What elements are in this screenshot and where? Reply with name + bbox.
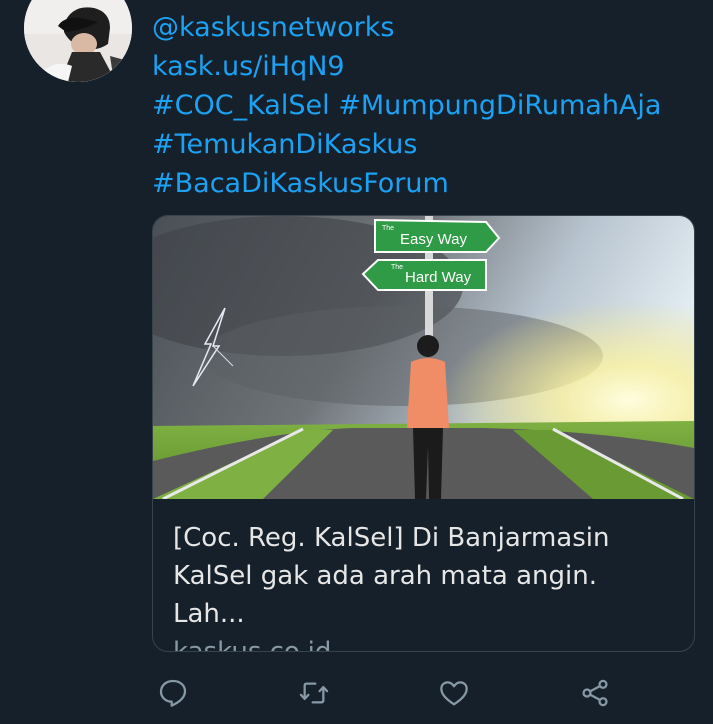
card-image: The Easy Way The Hard Way	[153, 216, 694, 499]
sign-easy-small: The	[382, 225, 394, 232]
card-title: [Coc. Reg. KalSel] Di Banjarmasin KalSel…	[173, 523, 610, 629]
card-domain: kaskus.co.id	[173, 637, 332, 652]
sign-hard-small: The	[391, 264, 403, 271]
hashtag-bacadikaskusforum[interactable]: #BacaDiKaskusForum	[152, 164, 697, 203]
share-icon	[582, 679, 608, 707]
retweet-button[interactable]	[292, 670, 336, 716]
mention-link[interactable]: @kaskusnetworks	[152, 8, 697, 47]
retweet-icon	[299, 682, 329, 704]
sign-easy-way: Easy Way	[400, 231, 467, 248]
tweet-action-bar	[0, 670, 713, 716]
short-url-link[interactable]: kask.us/iHqN9	[152, 47, 697, 86]
avatar-photo	[24, 0, 132, 82]
share-button[interactable]	[573, 670, 617, 716]
link-preview-card[interactable]: The Easy Way The Hard Way [Coc. Reg. Kal…	[152, 215, 695, 652]
sign-hard-way: Hard Way	[405, 269, 472, 286]
hashtags-line[interactable]: #COC_KalSel #MumpungDiRumahAja	[152, 86, 697, 125]
reply-button[interactable]	[151, 670, 195, 716]
reply-icon	[159, 679, 187, 707]
like-icon	[440, 681, 468, 706]
tweet-text: @kaskusnetworks kask.us/iHqN9 #COC_KalSe…	[152, 8, 697, 203]
avatar[interactable]	[24, 0, 132, 82]
like-button[interactable]	[432, 670, 476, 716]
hashtag-temukandikaskus[interactable]: #TemukanDiKaskus	[152, 125, 697, 164]
